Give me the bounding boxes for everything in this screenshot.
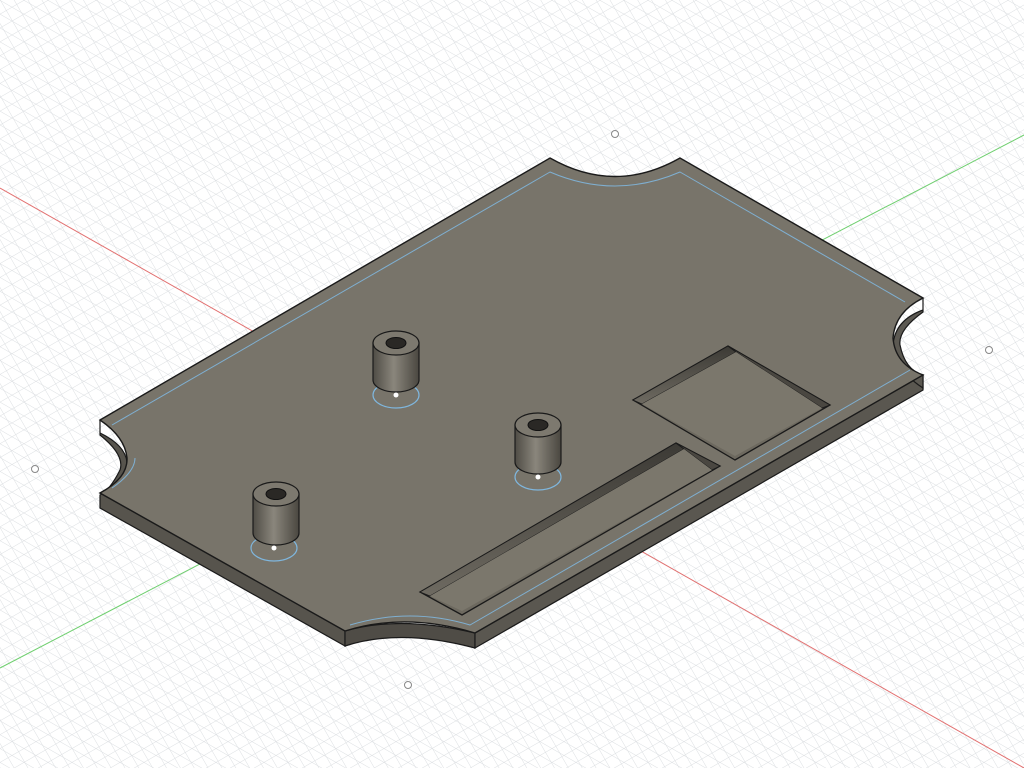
view-marker[interactable] bbox=[985, 346, 993, 354]
3d-viewport[interactable] bbox=[0, 0, 1024, 768]
view-marker[interactable] bbox=[404, 681, 412, 689]
view-marker[interactable] bbox=[611, 130, 619, 138]
view-marker[interactable] bbox=[31, 465, 39, 473]
